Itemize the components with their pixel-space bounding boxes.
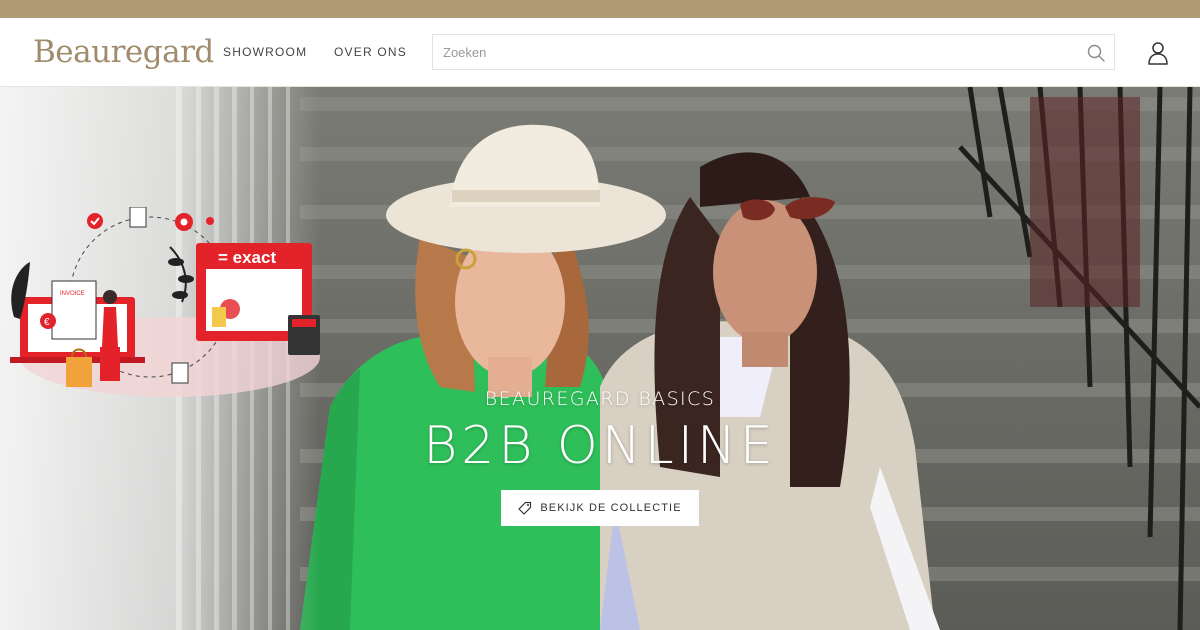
exact-brand-badge: = exact (218, 248, 276, 267)
nav-item-over-ons[interactable]: OVER ONS (334, 44, 407, 60)
view-collection-button[interactable]: BEKIJK DE COLLECTIE (501, 490, 699, 526)
tag-icon (518, 501, 532, 515)
search-bar (432, 34, 1115, 70)
account-icon[interactable] (1145, 40, 1171, 66)
hero-subtitle: BEAUREGARD BASICS (484, 388, 716, 410)
nav-item-showroom[interactable]: SHOWROOM (223, 44, 307, 60)
hero-banner: INVOICE € = exact BEAUREGARD BASICS B2B … (0, 87, 1200, 630)
currency-symbol: € (44, 317, 50, 328)
invoice-label: INVOICE (60, 291, 85, 297)
view-collection-label: BEKIJK DE COLLECTIE (540, 502, 682, 514)
hero-title: B2B ONLINE (423, 416, 777, 476)
search-icon[interactable] (1086, 43, 1106, 63)
site-header: Beauregard SHOWROOM OVER ONS (0, 18, 1200, 87)
top-accent-strip (0, 0, 1200, 18)
site-logo[interactable]: Beauregard (33, 32, 214, 72)
exact-invoice-illustration: INVOICE € = exact (10, 207, 320, 397)
search-input[interactable] (433, 35, 1073, 69)
